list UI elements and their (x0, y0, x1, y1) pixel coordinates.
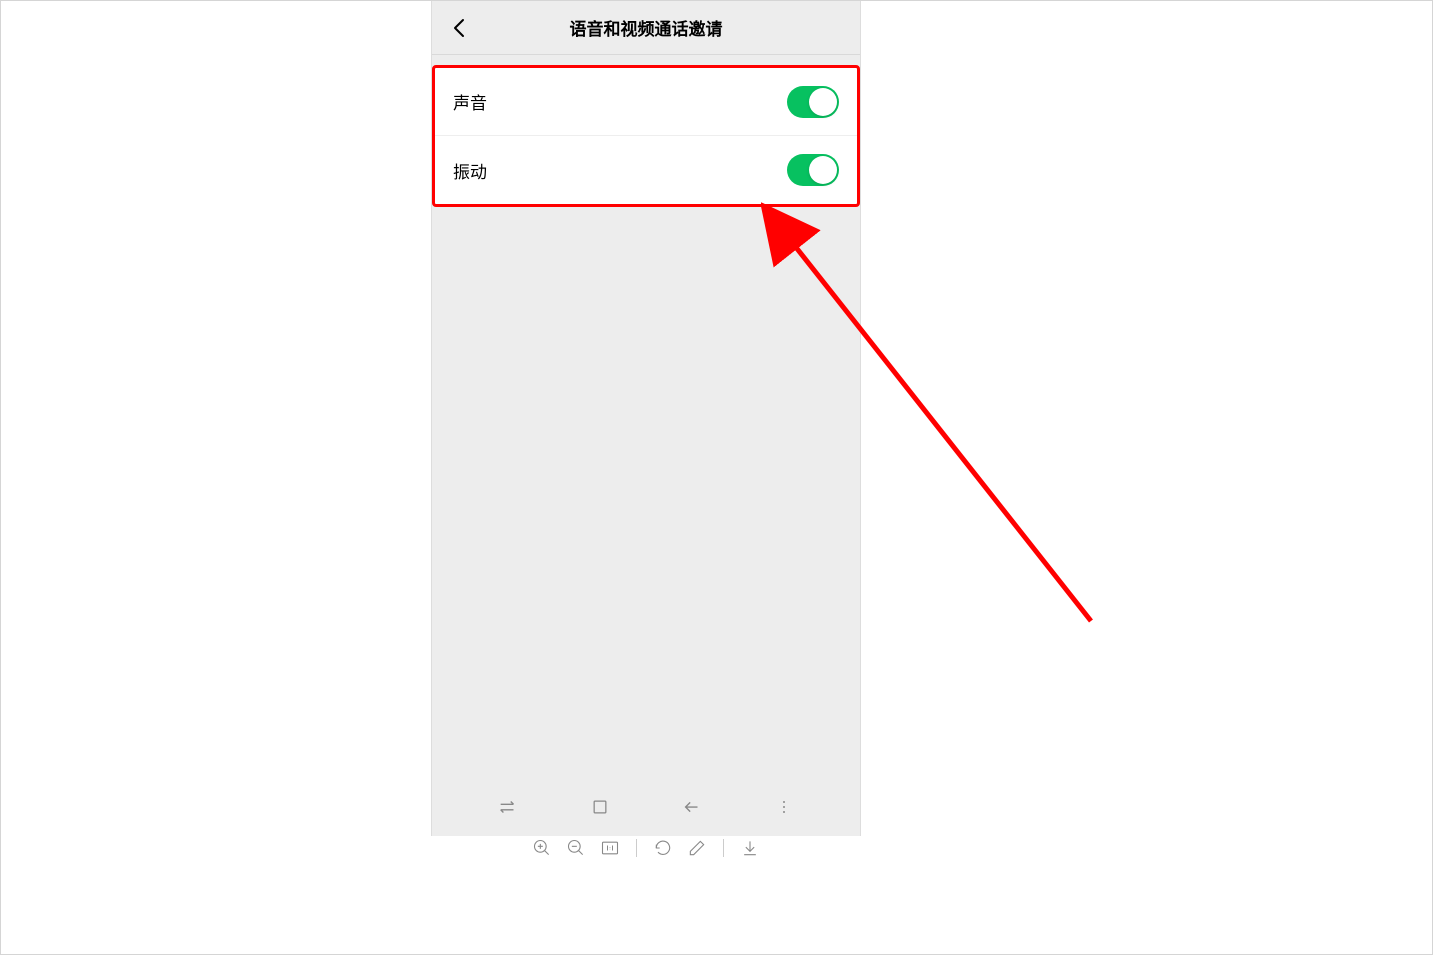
square-icon (590, 797, 610, 817)
settings-label: 声音 (453, 89, 487, 114)
rotate-button[interactable] (651, 836, 675, 860)
download-icon (740, 838, 760, 858)
zoom-out-icon (566, 838, 586, 858)
edit-button[interactable] (685, 836, 709, 860)
pencil-icon (687, 838, 707, 858)
nav-swap-button[interactable] (488, 787, 528, 827)
nav-back-button[interactable] (672, 787, 712, 827)
back-button[interactable] (444, 13, 474, 43)
outer-frame: 语音和视频通话邀请 声音 振动 (0, 0, 1433, 955)
sound-toggle[interactable] (787, 86, 839, 118)
editor-toolbar (431, 832, 861, 864)
toggle-knob (809, 156, 837, 184)
toggle-knob (809, 88, 837, 116)
phone-header: 语音和视频通话邀请 (432, 1, 860, 55)
zoom-in-button[interactable] (530, 836, 554, 860)
settings-label: 振动 (453, 158, 487, 183)
page-title: 语音和视频通话邀请 (432, 15, 860, 40)
actual-size-button[interactable] (598, 836, 622, 860)
zoom-out-button[interactable] (564, 836, 588, 860)
phone-navigation-bar (432, 778, 860, 836)
arrow-left-icon (681, 796, 703, 818)
zoom-in-icon (532, 838, 552, 858)
download-button[interactable] (738, 836, 762, 860)
toolbar-divider (636, 839, 637, 857)
settings-row-sound: 声音 (435, 68, 857, 136)
nav-recent-button[interactable] (580, 787, 620, 827)
phone-screen: 语音和视频通话邀请 声音 振动 (431, 1, 861, 836)
rotate-icon (653, 838, 673, 858)
settings-row-vibrate: 振动 (435, 136, 857, 204)
one-to-one-icon (600, 838, 620, 858)
menu-dots-icon (774, 797, 794, 817)
vibrate-toggle[interactable] (787, 154, 839, 186)
settings-group-highlighted: 声音 振动 (432, 65, 860, 207)
toolbar-divider (723, 839, 724, 857)
swap-icon (497, 796, 519, 818)
chevron-left-icon (453, 18, 465, 38)
nav-menu-button[interactable] (764, 787, 804, 827)
